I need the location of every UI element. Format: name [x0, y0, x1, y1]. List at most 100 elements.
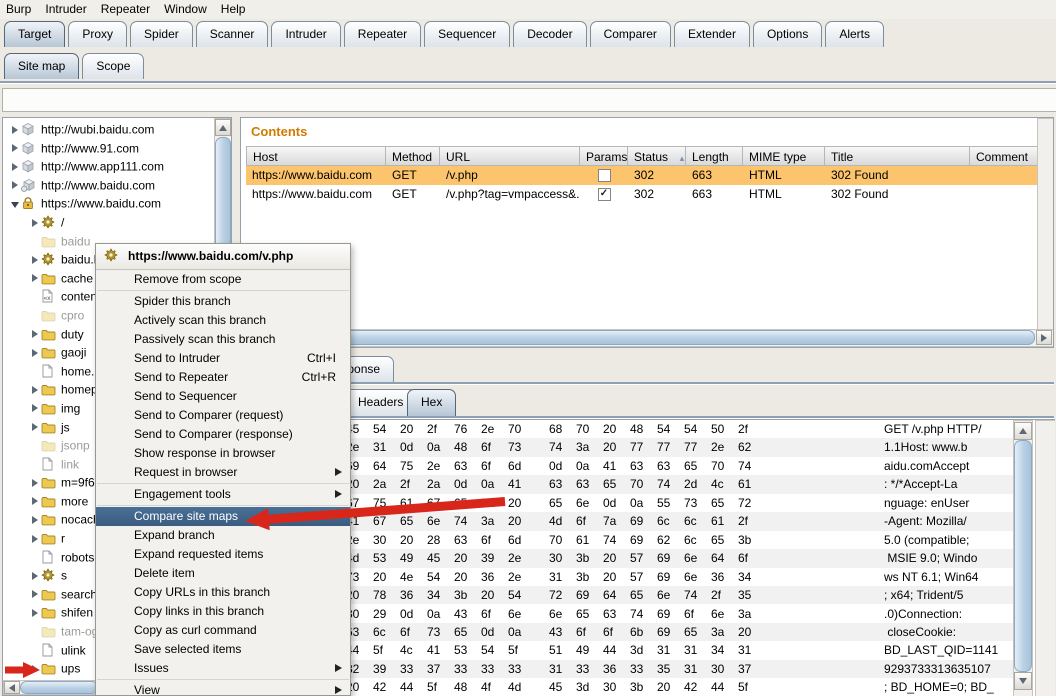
menu-item-compare-site-maps[interactable]: Compare site maps: [96, 507, 350, 526]
tab-decoder[interactable]: Decoder: [513, 21, 586, 47]
tab-intruder[interactable]: Intruder: [271, 21, 340, 47]
column-header-title[interactable]: Title: [825, 146, 970, 166]
tab-options[interactable]: Options: [753, 21, 822, 47]
menubar-item-help[interactable]: Help: [215, 0, 254, 18]
tab-target[interactable]: Target: [4, 21, 65, 47]
column-header-host[interactable]: Host: [246, 146, 386, 166]
tree-expand-arrow[interactable]: [29, 474, 41, 492]
hex-vscroll-thumb[interactable]: [1014, 440, 1032, 672]
tree-expand-arrow[interactable]: [29, 399, 41, 417]
tab-scanner[interactable]: Scanner: [196, 21, 269, 47]
tree-item-item[interactable]: /: [3, 213, 215, 232]
menu-item-expand-branch[interactable]: Expand branch: [96, 526, 350, 545]
tree-expand-arrow[interactable]: [9, 158, 21, 176]
tree-expand-arrow[interactable]: [29, 344, 41, 362]
menu-item-spider-this-branch[interactable]: Spider this branch: [96, 292, 350, 311]
hex-byte: 63: [454, 531, 478, 549]
menu-item-send-to-comparer-response[interactable]: Send to Comparer (response): [96, 425, 350, 444]
tree-expand-arrow[interactable]: [29, 567, 41, 585]
contents-scroll-right-button[interactable]: [1036, 330, 1052, 345]
hex-byte: 6e: [508, 605, 532, 623]
column-header-params[interactable]: Params: [580, 146, 628, 166]
tree-expand-arrow[interactable]: [29, 530, 41, 548]
menu-item-send-to-comparer-request[interactable]: Send to Comparer (request): [96, 406, 350, 425]
tree-item-https-www-baidu-com[interactable]: https://www.baidu.com: [3, 194, 215, 213]
table-row[interactable]: https://www.baidu.comGET/v.php?tag=vmpac…: [246, 185, 1046, 204]
tab-proxy[interactable]: Proxy: [68, 21, 127, 47]
menu-item-send-to-intruder[interactable]: Send to IntruderCtrl+I: [96, 349, 350, 368]
menu-item-copy-as-curl-command[interactable]: Copy as curl command: [96, 621, 350, 640]
menu-item-issues[interactable]: Issues: [96, 659, 350, 678]
menu-item-copy-urls-in-this-branch[interactable]: Copy URLs in this branch: [96, 583, 350, 602]
table-row[interactable]: https://www.baidu.comGET/v.php302663HTML…: [246, 166, 1046, 185]
tab-repeater[interactable]: Repeater: [344, 21, 421, 47]
tree-item-http-www-baidu-com[interactable]: http://www.baidu.com: [3, 176, 215, 195]
column-header-method[interactable]: Method: [386, 146, 440, 166]
tree-scroll-left-button[interactable]: [4, 681, 20, 694]
menubar-item-burp[interactable]: Burp: [0, 0, 39, 18]
tree-expand-arrow[interactable]: [29, 660, 41, 678]
contents-hscroll-thumb[interactable]: [243, 330, 1035, 345]
tree-expand-arrow[interactable]: [9, 139, 21, 157]
column-header-length[interactable]: Length: [686, 146, 743, 166]
menu-item-delete-item[interactable]: Delete item: [96, 564, 350, 583]
menu-item-passively-scan-this-branch[interactable]: Passively scan this branch: [96, 330, 350, 349]
tree-expand-arrow[interactable]: [9, 121, 21, 139]
column-header-comment[interactable]: Comment: [970, 146, 1046, 166]
tree-expand-arrow[interactable]: [29, 325, 41, 343]
tab-spider[interactable]: Spider: [130, 21, 193, 47]
column-header-mime-type[interactable]: MIME type: [743, 146, 825, 166]
tree-item-label: gaoji: [61, 346, 86, 360]
menu-item-copy-links-in-this-branch[interactable]: Copy links in this branch: [96, 602, 350, 621]
hex-scroll-up-button[interactable]: [1014, 422, 1032, 440]
hex-byte: 63: [576, 475, 600, 493]
menu-item-expand-requested-items[interactable]: Expand requested items: [96, 545, 350, 564]
tree-expand-arrow[interactable]: [29, 492, 41, 510]
tree-item-http-www-91-com[interactable]: http://www.91.com: [3, 139, 215, 158]
tree-item-http-www-app111-com[interactable]: http://www.app111.com: [3, 157, 215, 176]
tree-expand-arrow[interactable]: [29, 511, 41, 529]
contents-vscrollbar[interactable]: [1037, 118, 1054, 331]
menu-item-save-selected-items[interactable]: Save selected items: [96, 640, 350, 659]
menubar-item-window[interactable]: Window: [158, 0, 215, 18]
tree-expand-arrow[interactable]: [9, 176, 21, 194]
tree-expand-arrow[interactable]: [29, 251, 41, 269]
tree-item-http-wubi-baidu-com[interactable]: http://wubi.baidu.com: [3, 120, 215, 139]
menu-item-actively-scan-this-branch[interactable]: Actively scan this branch: [96, 311, 350, 330]
menubar-item-intruder[interactable]: Intruder: [39, 0, 94, 18]
menu-item-request-in-browser[interactable]: Request in browser: [96, 463, 350, 482]
column-header-status[interactable]: Status▲: [628, 146, 686, 166]
menu-item-engagement-tools[interactable]: Engagement tools: [96, 485, 350, 504]
tree-expand-arrow[interactable]: [29, 214, 41, 232]
subtab-scope[interactable]: Scope: [82, 53, 144, 79]
menubar-item-repeater[interactable]: Repeater: [95, 0, 158, 18]
tree-hscroll-thumb[interactable]: [20, 681, 98, 694]
tree-expand-arrow[interactable]: [29, 269, 41, 287]
menu-item-show-response-in-browser[interactable]: Show response in browser: [96, 444, 350, 463]
tab-extender[interactable]: Extender: [674, 21, 750, 47]
tree-expand-arrow[interactable]: [29, 604, 41, 622]
tab-sequencer[interactable]: Sequencer: [424, 21, 510, 47]
menu-item-remove-from-scope[interactable]: Remove from scope: [96, 270, 350, 289]
menu-item-view[interactable]: View: [96, 681, 350, 696]
params-checkbox[interactable]: [598, 169, 611, 182]
tab-hex[interactable]: Hex: [407, 389, 456, 416]
tab-comparer[interactable]: Comparer: [590, 21, 671, 47]
subtab-site-map[interactable]: Site map: [4, 53, 79, 79]
outer-vscrollbar[interactable]: [1035, 420, 1055, 696]
tree-expand-arrow[interactable]: [29, 381, 41, 399]
tree-expand-arrow[interactable]: [29, 418, 41, 436]
tree-scroll-up-button[interactable]: [215, 119, 231, 136]
menu-item-send-to-sequencer[interactable]: Send to Sequencer: [96, 387, 350, 406]
hex-byte: 49: [576, 641, 600, 659]
hex-scroll-down-button[interactable]: [1014, 672, 1032, 690]
tab-alerts[interactable]: Alerts: [825, 21, 884, 47]
chevron-right-icon: [32, 330, 38, 338]
column-header-url[interactable]: URL: [440, 146, 580, 166]
tree-expand-arrow[interactable]: [9, 195, 21, 213]
hex-row: 20636c6f73650d0a436f6f6b69653a20 closeCo…: [241, 623, 1013, 641]
filter-bar[interactable]: Filter: Hiding not found items; hiding C…: [2, 88, 1056, 112]
tree-expand-arrow[interactable]: [29, 585, 41, 603]
params-checkbox[interactable]: ✓: [598, 188, 611, 201]
menu-item-send-to-repeater[interactable]: Send to RepeaterCtrl+R: [96, 368, 350, 387]
